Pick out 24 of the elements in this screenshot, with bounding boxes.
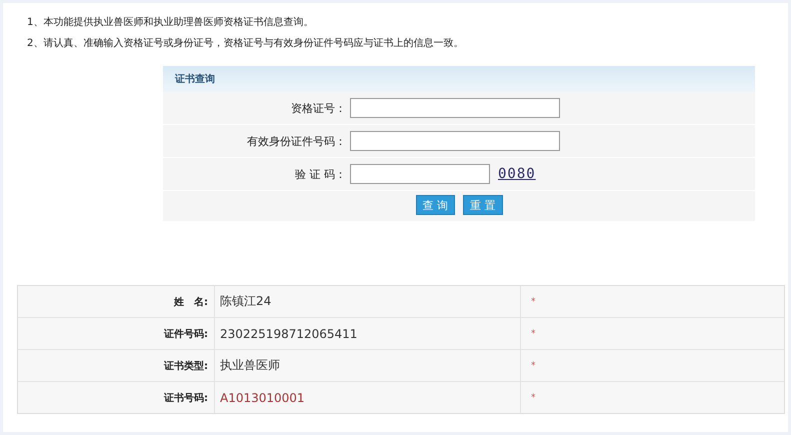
- row-value: A1013010001: [215, 382, 521, 413]
- required-mark: *: [530, 328, 536, 340]
- row-label: 证书类型:: [18, 350, 215, 381]
- row-label: 证件号码:: [18, 318, 215, 349]
- required-mark: *: [530, 296, 536, 308]
- row-label: 证书号码:: [18, 382, 215, 413]
- input-field[interactable]: [350, 131, 560, 151]
- field-label: 有效身份证件号码：: [246, 134, 347, 148]
- required-mark: *: [530, 360, 536, 372]
- instruction-text: 2、请认真、准确输入资格证号或身份证号，资格证号与有效身份证件号码应与证书上的信息一致。: [27, 36, 464, 51]
- row-label: 姓 名:: [18, 286, 215, 317]
- captcha-image: 0080: [498, 166, 536, 182]
- instruction-text: 1、本功能提供执业兽医师和执业助理兽医师资格证书信息查询。: [27, 16, 314, 30]
- query-button[interactable]: 查 询: [416, 195, 455, 215]
- field-label: 验 证 码：: [294, 166, 347, 182]
- field-label: 资格证号：: [290, 100, 347, 116]
- reset-button[interactable]: 重 置: [463, 195, 502, 215]
- row-value: 执业兽医师: [215, 350, 521, 381]
- required-mark: *: [530, 392, 536, 404]
- row-value: 230225198712065411: [215, 318, 521, 349]
- input-field[interactable]: [350, 98, 560, 118]
- row-value: 陈镇江24: [215, 286, 521, 317]
- captcha-input-field[interactable]: [350, 164, 490, 184]
- panel-title: 证书查询: [175, 72, 215, 86]
